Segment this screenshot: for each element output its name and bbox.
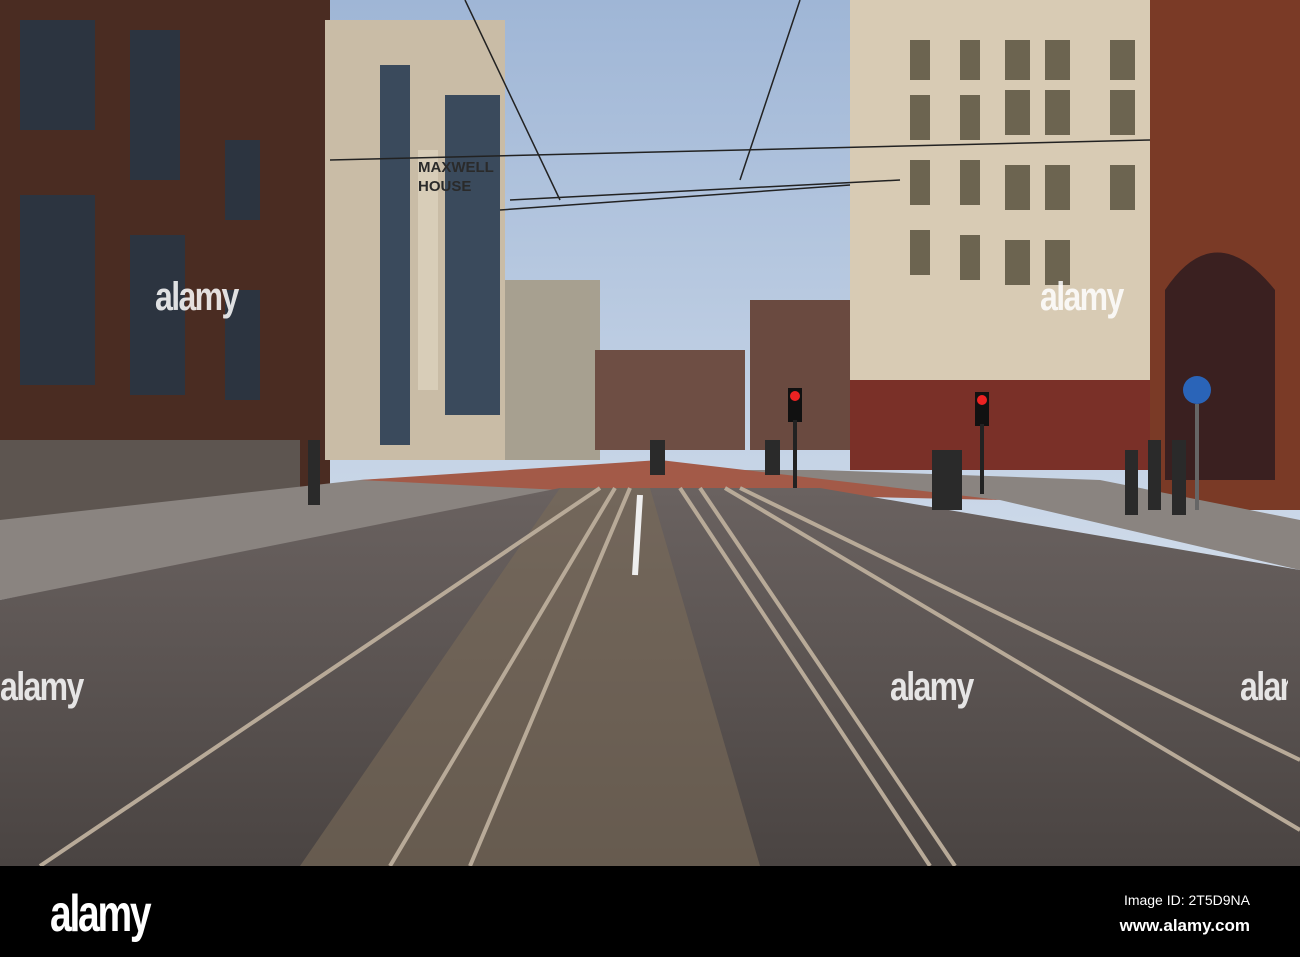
distant-building — [500, 280, 600, 460]
photo: MAXWELL HOUSE alamy alamy alamy alamy al… — [0, 0, 1300, 957]
distant-building — [750, 300, 850, 450]
watermark: alamy — [0, 665, 84, 709]
image-id: Image ID: 2T5D9NA — [1123, 892, 1250, 908]
website-link[interactable]: www.alamy.com — [1120, 916, 1250, 936]
watermark: alamy — [890, 665, 974, 709]
distant-building — [595, 350, 745, 450]
footer-bar: alamy Image ID: 2T5D9NA www.alamy.com — [0, 866, 1300, 957]
watermark: alamy — [1240, 665, 1288, 709]
watermark: alamy — [155, 275, 239, 319]
street-scene — [0, 0, 1300, 866]
watermark: alamy — [1040, 275, 1124, 319]
maxwell-house-sign: MAXWELL HOUSE — [418, 158, 494, 196]
alamy-logo: alamy — [50, 885, 152, 943]
